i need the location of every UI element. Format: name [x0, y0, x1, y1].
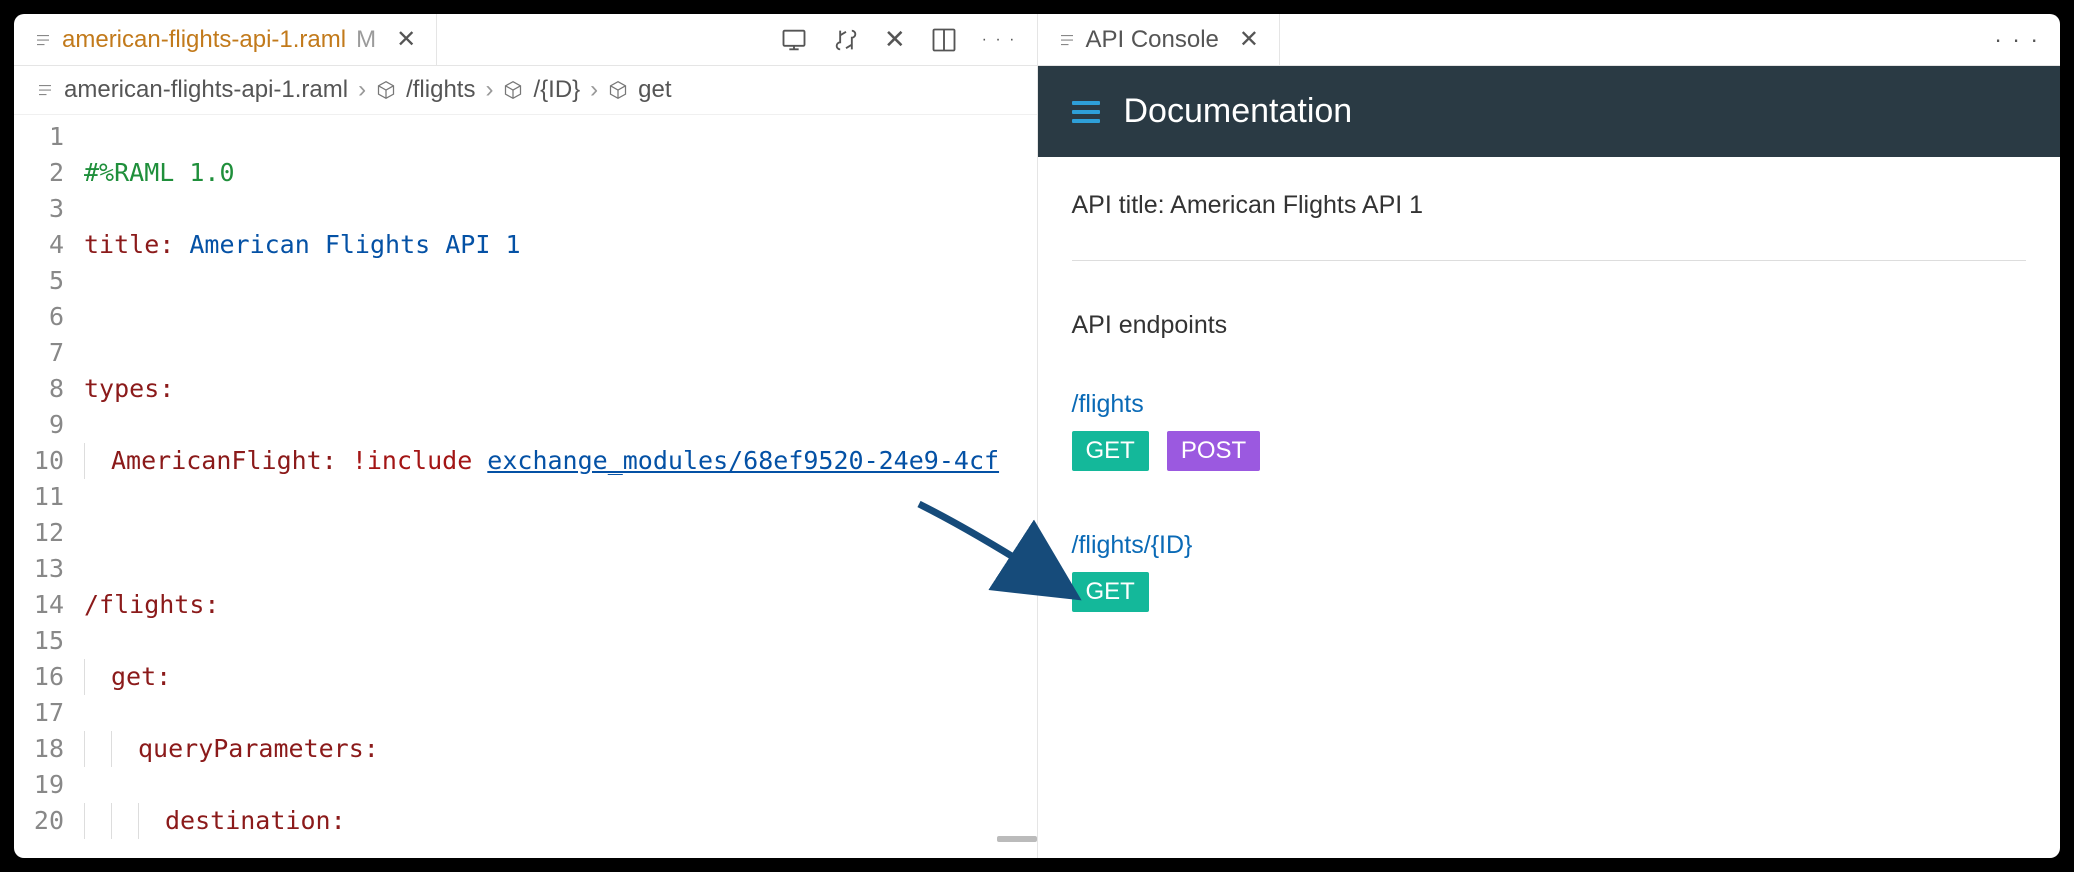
line-number: 19 — [14, 767, 64, 803]
method-row: GET POST — [1072, 431, 2027, 471]
line-number: 14 — [14, 587, 64, 623]
code-editor[interactable]: 1234567891011121314151617181920 #%RAML 1… — [14, 115, 1037, 858]
cube-icon — [376, 80, 396, 100]
hamburger-icon[interactable] — [1072, 101, 1100, 123]
line-number: 8 — [14, 371, 64, 407]
console-tab[interactable]: API Console ✕ — [1038, 14, 1281, 65]
endpoint-item: /flights/{ID} GET — [1072, 531, 2027, 612]
sash-handle[interactable] — [997, 836, 1037, 842]
endpoints-label: API endpoints — [1072, 311, 2027, 340]
split-icon[interactable] — [930, 26, 958, 54]
tab-filename: american-flights-api-1.raml — [62, 26, 346, 54]
code-area[interactable]: #%RAML 1.0 title: American Flights API 1… — [84, 115, 1037, 858]
endpoint-path[interactable]: /flights/{ID} — [1072, 531, 2027, 560]
line-number: 13 — [14, 551, 64, 587]
line-number: 6 — [14, 299, 64, 335]
revert-icon[interactable]: ✕ — [884, 24, 906, 55]
file-icon — [34, 31, 52, 49]
line-number: 1 — [14, 119, 64, 155]
breadcrumb-file: american-flights-api-1.raml — [64, 76, 348, 104]
line-number: 10 — [14, 443, 64, 479]
close-icon[interactable]: ✕ — [396, 25, 416, 54]
console-tab-title: API Console — [1086, 26, 1219, 54]
console-tab-actions: · · · — [1994, 26, 2060, 53]
editor-pane: american-flights-api-1.raml M ✕ ✕ · · · … — [14, 14, 1038, 858]
chevron-icon: › — [485, 76, 493, 104]
editor-tab[interactable]: american-flights-api-1.raml M ✕ — [14, 14, 437, 65]
endpoint-path[interactable]: /flights — [1072, 390, 2027, 419]
modified-badge: M — [356, 26, 376, 54]
api-title: API title: American Flights API 1 — [1072, 191, 2027, 220]
method-get-button[interactable]: GET — [1072, 572, 1149, 612]
method-post-button[interactable]: POST — [1167, 431, 1260, 471]
breadcrumb[interactable]: american-flights-api-1.raml › /flights ›… — [14, 66, 1037, 115]
line-number: 18 — [14, 731, 64, 767]
line-number: 15 — [14, 623, 64, 659]
line-number: 2 — [14, 155, 64, 191]
endpoint-item: /flights GET POST — [1072, 390, 2027, 471]
console-pane: API Console ✕ · · · Documentation API ti… — [1038, 14, 2061, 858]
cube-icon — [608, 80, 628, 100]
line-number: 17 — [14, 695, 64, 731]
console-tab-strip: API Console ✕ · · · — [1038, 14, 2061, 66]
file-icon — [1058, 31, 1076, 49]
line-number: 5 — [14, 263, 64, 299]
file-icon — [36, 81, 54, 99]
compare-icon[interactable] — [832, 26, 860, 54]
chevron-icon: › — [590, 76, 598, 104]
method-get-button[interactable]: GET — [1072, 431, 1149, 471]
line-number: 4 — [14, 227, 64, 263]
line-number: 16 — [14, 659, 64, 695]
line-number: 7 — [14, 335, 64, 371]
more-icon[interactable]: · · · — [982, 31, 1017, 49]
method-row: GET — [1072, 572, 2027, 612]
line-number: 9 — [14, 407, 64, 443]
preview-icon[interactable] — [780, 26, 808, 54]
cube-icon — [503, 80, 523, 100]
line-number-gutter: 1234567891011121314151617181920 — [14, 115, 84, 858]
documentation-title: Documentation — [1124, 92, 1353, 131]
more-icon[interactable]: · · · — [1994, 26, 2040, 53]
line-number: 20 — [14, 803, 64, 839]
line-number: 12 — [14, 515, 64, 551]
breadcrumb-seg3: get — [638, 76, 671, 104]
editor-tab-strip: american-flights-api-1.raml M ✕ ✕ · · · — [14, 14, 1037, 66]
line-number: 11 — [14, 479, 64, 515]
documentation-header: Documentation — [1038, 66, 2061, 157]
close-icon[interactable]: ✕ — [1239, 25, 1259, 54]
editor-tab-actions: ✕ · · · — [780, 24, 1037, 55]
breadcrumb-seg2: /{ID} — [533, 76, 580, 104]
divider — [1072, 260, 2027, 261]
breadcrumb-seg1: /flights — [406, 76, 475, 104]
documentation-body: API title: American Flights API 1 API en… — [1038, 157, 2061, 858]
line-number: 3 — [14, 191, 64, 227]
chevron-icon: › — [358, 76, 366, 104]
